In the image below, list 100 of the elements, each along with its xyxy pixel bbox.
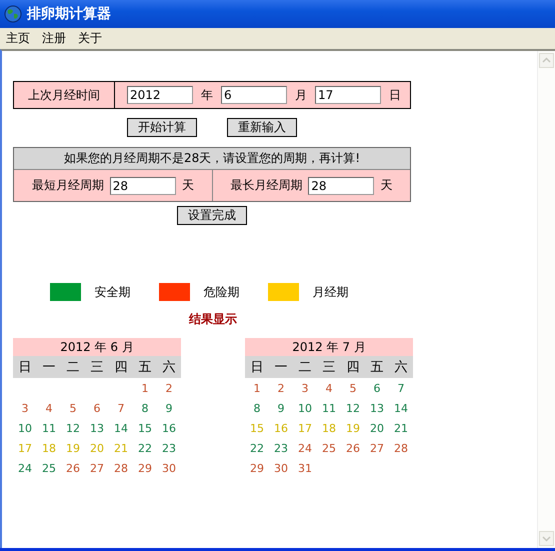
calendar-day: 16 bbox=[269, 422, 293, 434]
globe-icon bbox=[4, 5, 22, 23]
calendar-day: 21 bbox=[109, 442, 133, 454]
calendar-day: 29 bbox=[245, 462, 269, 474]
unit-label: 天 bbox=[380, 177, 392, 194]
calendar-day: 10 bbox=[293, 402, 317, 414]
calendar-day: 26 bbox=[61, 462, 85, 474]
day-field[interactable]: 17 bbox=[315, 86, 381, 104]
calendar-day: 6 bbox=[85, 402, 109, 414]
calendar-day: 28 bbox=[109, 462, 133, 474]
action-button[interactable]: 重新输入 bbox=[227, 118, 297, 137]
calendar-day: 25 bbox=[37, 462, 61, 474]
result-heading: 结果显示 bbox=[188, 311, 238, 328]
calendar-day: 9 bbox=[157, 402, 181, 414]
year-field[interactable]: 2012 bbox=[127, 86, 193, 104]
calendar-day: 14 bbox=[109, 422, 133, 434]
weekday-label: 四 bbox=[346, 359, 360, 376]
calendar-day: 11 bbox=[37, 422, 61, 434]
calendar-day: 1 bbox=[133, 382, 157, 394]
calendar-day: 15 bbox=[133, 422, 157, 434]
calendar-day: 2 bbox=[269, 382, 293, 394]
calendar-day: 8 bbox=[133, 402, 157, 414]
calendar-day: 20 bbox=[85, 442, 109, 454]
calendar-day: 27 bbox=[365, 442, 389, 454]
menu-item[interactable]: 关于 bbox=[78, 30, 102, 46]
longest-cycle-field[interactable]: 28 bbox=[308, 176, 374, 194]
calendar-day: 26 bbox=[341, 442, 365, 454]
calendar-day: 18 bbox=[317, 422, 341, 434]
field-label: 最短月经周期 bbox=[32, 177, 104, 194]
calendar-day: 4 bbox=[37, 402, 61, 414]
month-title: 2012 年 6 月 bbox=[13, 338, 181, 356]
calendar-day: 19 bbox=[61, 442, 85, 454]
weekday-label: 五 bbox=[138, 359, 152, 376]
legend-label: 安全期 bbox=[94, 284, 130, 300]
calendar-day: 2 bbox=[157, 382, 181, 394]
calendar-day: 25 bbox=[317, 442, 341, 454]
calendar-day: 21 bbox=[389, 422, 413, 434]
weekday-label: 二 bbox=[298, 359, 312, 376]
calendar-day: 23 bbox=[269, 442, 293, 454]
weekday-label: 六 bbox=[162, 359, 176, 376]
menu-item[interactable]: 注册 bbox=[42, 30, 66, 46]
calendar-day: 22 bbox=[245, 442, 269, 454]
calendar-day: 14 bbox=[389, 402, 413, 414]
calendar-day: 11 bbox=[317, 402, 341, 414]
calendar-day: 17 bbox=[13, 442, 37, 454]
weekday-label: 一 bbox=[42, 359, 56, 376]
calendar-day: 10 bbox=[13, 422, 37, 434]
weekday-label: 六 bbox=[394, 359, 408, 376]
window-title: 排卵期计算器 bbox=[27, 5, 111, 23]
calendar-day: 19 bbox=[341, 422, 365, 434]
calendar-day: 30 bbox=[157, 462, 181, 474]
calendar-day: 20 bbox=[365, 422, 389, 434]
weekday-label: 四 bbox=[114, 359, 128, 376]
calendar-day: 13 bbox=[365, 402, 389, 414]
calendar-day: 18 bbox=[37, 442, 61, 454]
scrollbar[interactable] bbox=[537, 51, 555, 548]
scroll-up-icon[interactable] bbox=[539, 53, 554, 68]
calendar-day: 12 bbox=[341, 402, 365, 414]
calendar-day: 12 bbox=[61, 422, 85, 434]
calendar-day: 3 bbox=[293, 382, 317, 394]
set-button[interactable]: 设置完成 bbox=[177, 206, 247, 225]
unit-label: 月 bbox=[295, 86, 307, 104]
scroll-down-icon[interactable] bbox=[539, 531, 554, 546]
calendar-day: 24 bbox=[13, 462, 37, 474]
weekday-label: 三 bbox=[322, 359, 336, 376]
unit-label: 年 bbox=[201, 86, 213, 104]
shortest-cycle-field[interactable]: 28 bbox=[110, 176, 176, 194]
calendar-day: 29 bbox=[133, 462, 157, 474]
weekday-label: 五 bbox=[370, 359, 384, 376]
calendar-day: 6 bbox=[365, 382, 389, 394]
month-title: 2012 年 7 月 bbox=[245, 338, 413, 356]
field-label: 最长月经周期 bbox=[230, 177, 302, 194]
calendar-day: 30 bbox=[269, 462, 293, 474]
calendar-day: 8 bbox=[245, 402, 269, 414]
calendar-day: 28 bbox=[389, 442, 413, 454]
action-button[interactable]: 开始计算 bbox=[127, 118, 197, 137]
weekday-label: 日 bbox=[18, 359, 32, 376]
calendar-day: 4 bbox=[317, 382, 341, 394]
calendar-day: 16 bbox=[157, 422, 181, 434]
legend-label: 月经期 bbox=[312, 284, 348, 300]
calendar-day: 15 bbox=[245, 422, 269, 434]
calendar-day: 3 bbox=[13, 402, 37, 414]
field-label: 上次月经时间 bbox=[28, 86, 100, 104]
calendar-day: 7 bbox=[389, 382, 413, 394]
weekday-label: 三 bbox=[90, 359, 104, 376]
unit-label: 天 bbox=[182, 177, 194, 194]
menu-item[interactable]: 主页 bbox=[6, 30, 30, 46]
calendar-day: 9 bbox=[269, 402, 293, 414]
calendar-day: 1 bbox=[245, 382, 269, 394]
weekday-label: 一 bbox=[274, 359, 288, 376]
month-field[interactable]: 6 bbox=[221, 86, 287, 104]
calendar-day: 5 bbox=[341, 382, 365, 394]
calendar-day: 24 bbox=[293, 442, 317, 454]
unit-label: 日 bbox=[389, 86, 401, 104]
calendar-day: 27 bbox=[85, 462, 109, 474]
calendar-day: 17 bbox=[293, 422, 317, 434]
calendar-day: 7 bbox=[109, 402, 133, 414]
legend-label: 危险期 bbox=[204, 284, 240, 300]
weekday-label: 日 bbox=[250, 359, 264, 376]
calendar-day: 31 bbox=[293, 462, 317, 474]
